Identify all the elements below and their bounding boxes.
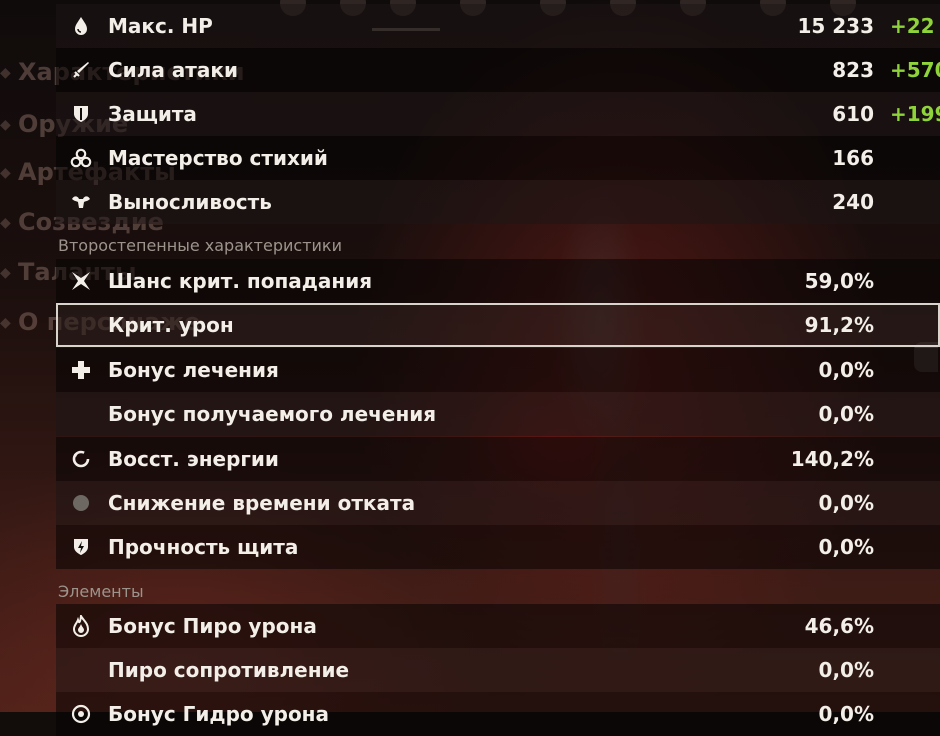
healing-bonus-icon (70, 359, 92, 381)
shield-strength-icon (70, 536, 92, 558)
stat-value: 140,2% (790, 447, 874, 471)
stat-row-shield-strength[interactable]: Прочность щита 0,0% (56, 525, 940, 569)
elements-heading: Элементы (58, 582, 144, 601)
shield-icon (70, 103, 92, 125)
stat-value: 0,0% (818, 658, 874, 682)
stat-label: Прочность щита (108, 535, 299, 559)
stat-label: Снижение времени отката (108, 491, 416, 515)
stat-row-crit-dmg[interactable]: Крит. урон 91,2% (56, 303, 940, 347)
stat-value: 823 (832, 58, 874, 82)
pyro-icon (70, 615, 92, 637)
stat-value: 91,2% (804, 313, 874, 337)
stat-label: Крит. урон (108, 313, 234, 337)
stat-row-def[interactable]: Защита 610 +199 (56, 92, 940, 136)
stats-panel: Макс. HP 15 233 +22 Сила атаки 823 +570 … (56, 0, 940, 736)
stat-row-pyro-dmg-bonus[interactable]: Бонус Пиро урона 46,6% (56, 604, 940, 648)
stat-value: 0,0% (818, 402, 874, 426)
stat-row-pyro-res[interactable]: Пиро сопротивление 0,0% (56, 648, 940, 692)
stat-value: 15 233 (797, 14, 874, 38)
stat-label: Выносливость (108, 190, 272, 214)
stat-label: Бонус Пиро урона (108, 614, 317, 638)
stat-label: Пиро сопротивление (108, 658, 350, 682)
stat-label: Мастерство стихий (108, 146, 328, 170)
stat-bonus: +570 (890, 58, 940, 82)
stat-label: Восст. энергии (108, 447, 279, 471)
stat-value: 240 (832, 190, 874, 214)
stat-row-max-hp[interactable]: Макс. HP 15 233 +22 (56, 4, 940, 48)
stat-value: 0,0% (818, 702, 874, 726)
stat-value: 46,6% (804, 614, 874, 638)
stat-row-crit-rate[interactable]: Шанс крит. попадания 59,0% (56, 259, 940, 303)
elemental-mastery-icon (70, 147, 92, 169)
crit-rate-icon (70, 270, 92, 292)
stat-label: Шанс крит. попадания (108, 269, 373, 293)
hp-drop-icon (70, 15, 92, 37)
stat-row-incoming-healing[interactable]: Бонус получаемого лечения 0,0% (56, 392, 940, 436)
stat-row-energy-recharge[interactable]: Восст. энергии 140,2% (56, 437, 940, 481)
stat-label: Защита (108, 102, 197, 126)
stat-label: Макс. HP (108, 14, 213, 38)
stat-label: Сила атаки (108, 58, 238, 82)
stamina-icon (70, 191, 92, 213)
cooldown-reduction-icon (70, 492, 92, 514)
stat-label: Бонус Гидро урона (108, 702, 329, 726)
stat-value: 610 (832, 102, 874, 126)
stat-value: 59,0% (804, 269, 874, 293)
stat-bonus: +22 (890, 14, 935, 38)
stat-row-atk[interactable]: Сила атаки 823 +570 (56, 48, 940, 92)
stat-value: 0,0% (818, 491, 874, 515)
stat-label: Бонус получаемого лечения (108, 402, 437, 426)
stat-row-stamina[interactable]: Выносливость 240 (56, 180, 940, 224)
stat-row-cooldown-reduction[interactable]: Снижение времени отката 0,0% (56, 481, 940, 525)
stat-value: 0,0% (818, 535, 874, 559)
stat-row-healing-bonus[interactable]: Бонус лечения 0,0% (56, 348, 940, 392)
stat-label: Бонус лечения (108, 358, 279, 382)
sword-icon (70, 59, 92, 81)
secondary-stats-heading: Второстепенные характеристики (58, 236, 342, 255)
stat-value: 0,0% (818, 358, 874, 382)
stat-bonus: +199 (890, 102, 940, 126)
energy-recharge-icon (70, 448, 92, 470)
stat-row-elemental-mastery[interactable]: Мастерство стихий 166 (56, 136, 940, 180)
hydro-icon (70, 703, 92, 725)
stat-value: 166 (832, 146, 874, 170)
stat-row-hydro-dmg-bonus[interactable]: Бонус Гидро урона 0,0% (56, 692, 940, 736)
